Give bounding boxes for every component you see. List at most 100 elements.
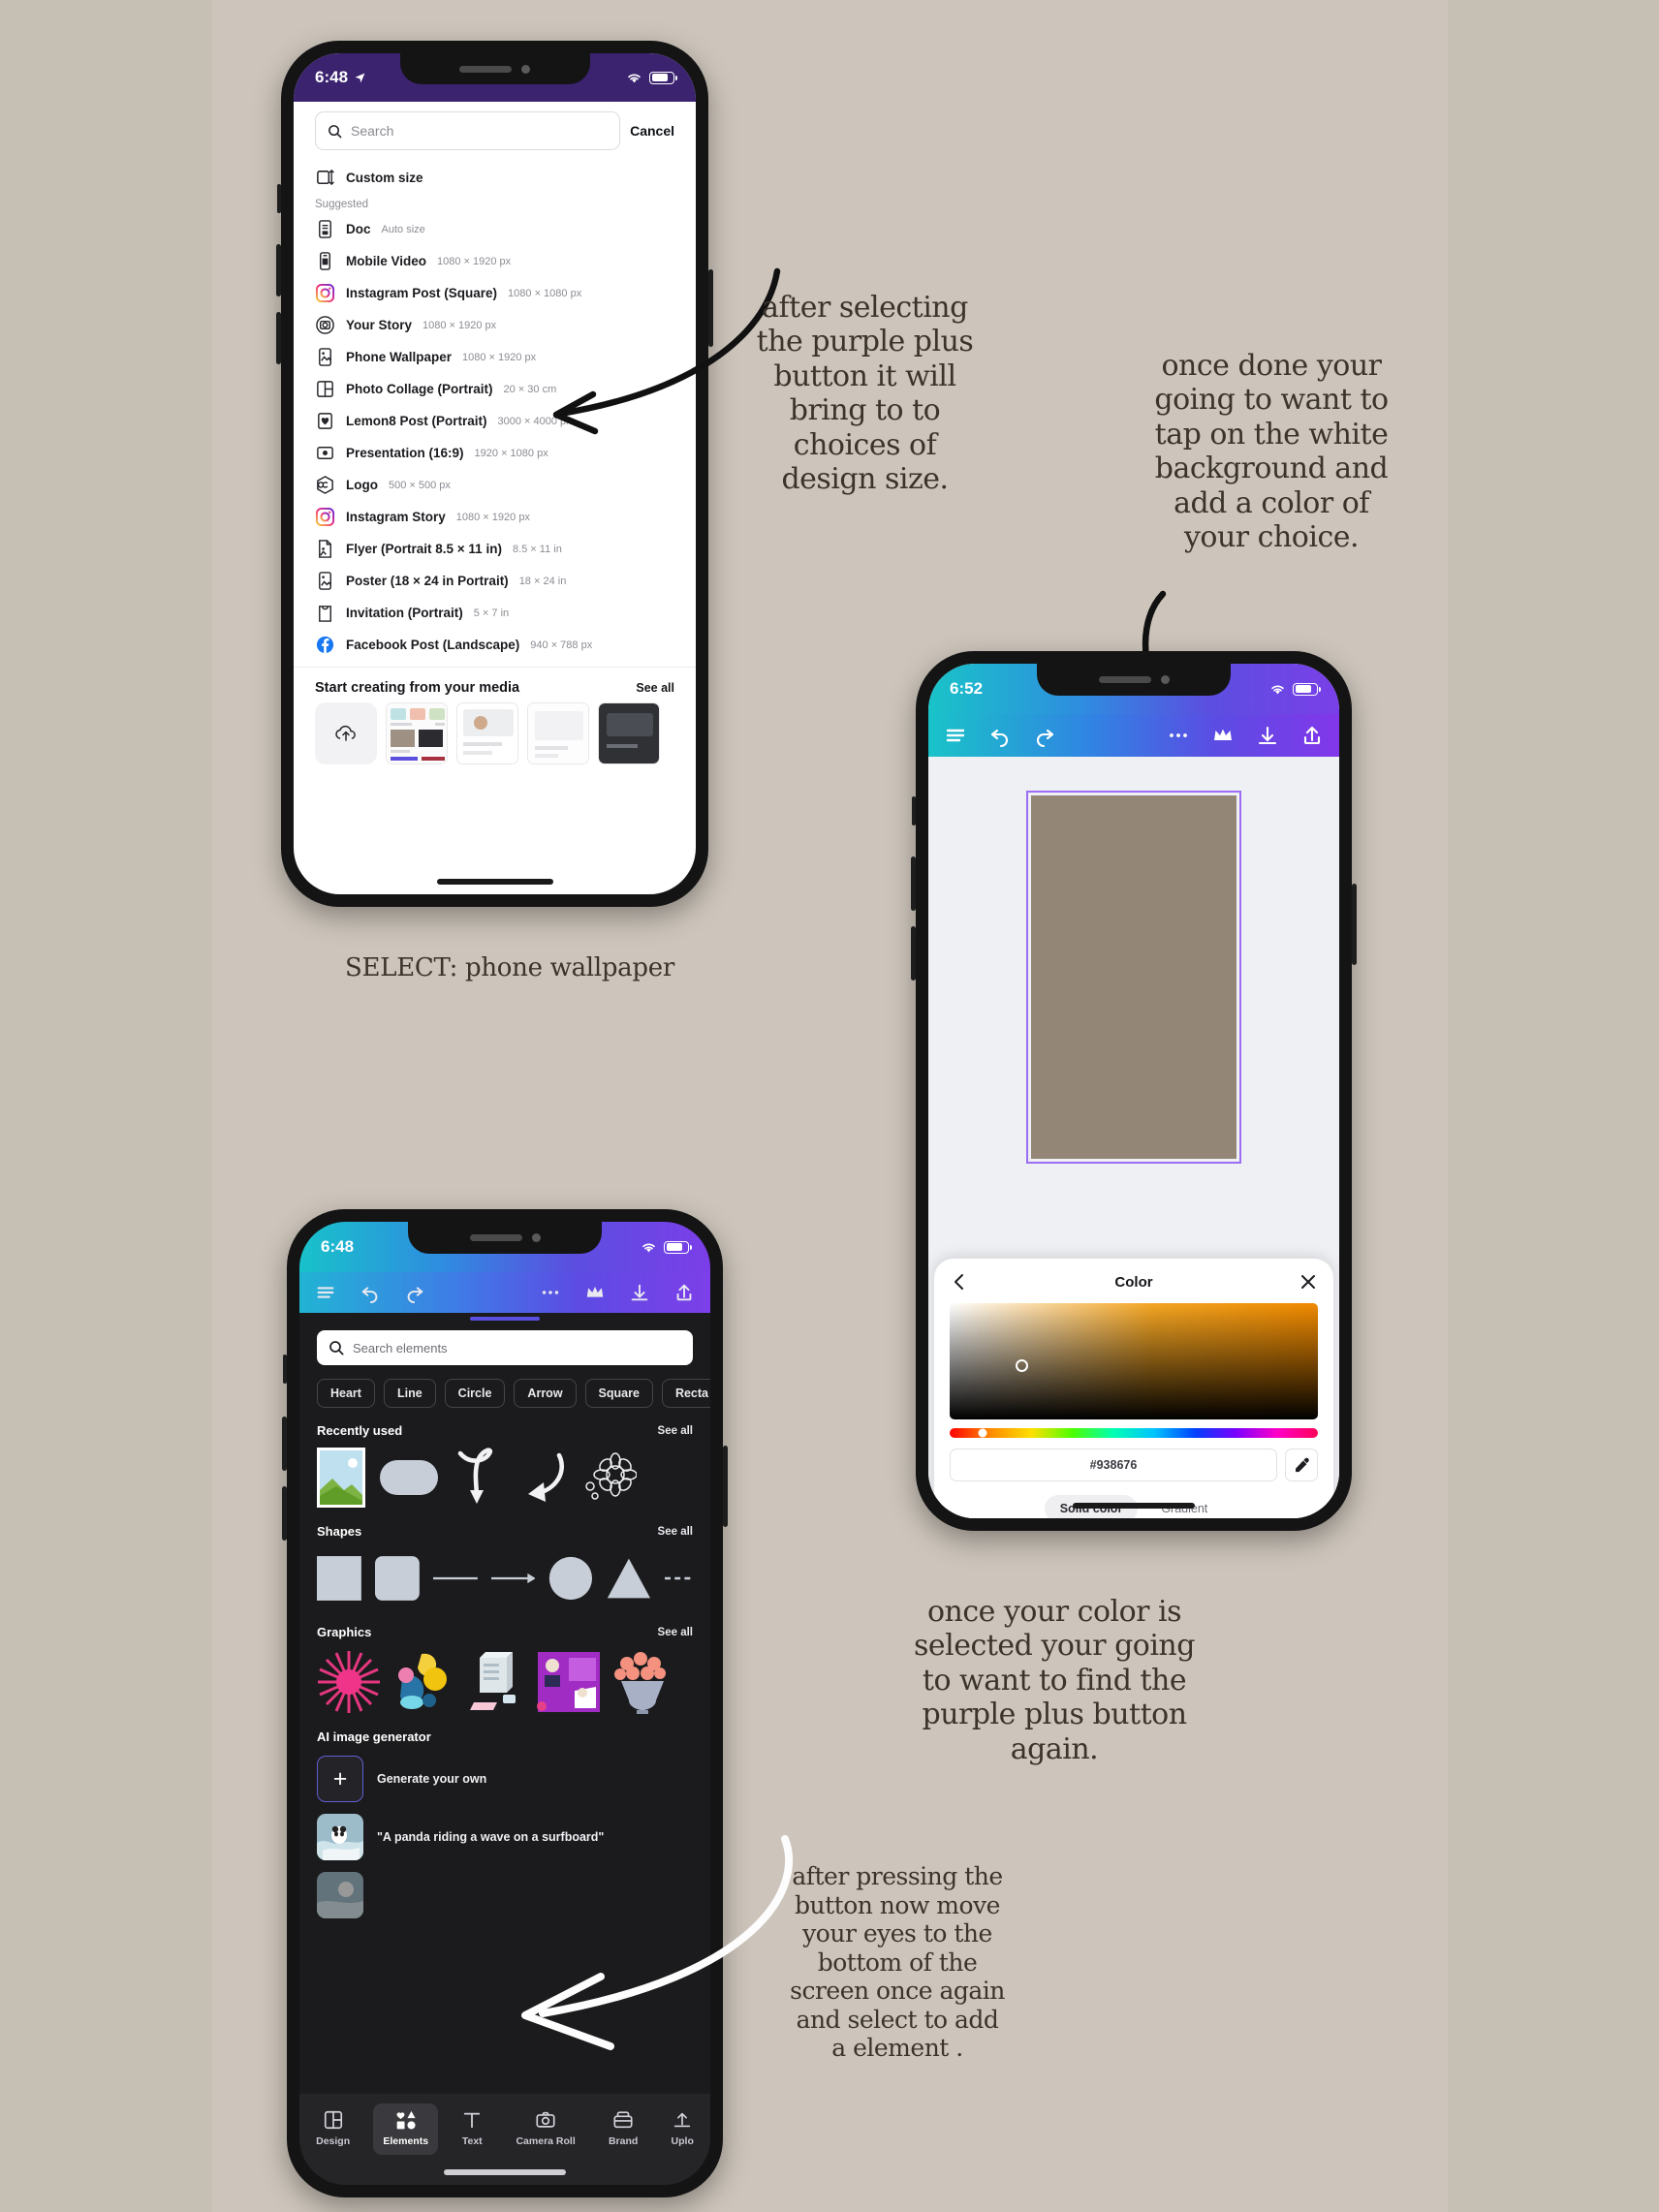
tab-text[interactable]: Text bbox=[452, 2103, 492, 2155]
eyedropper-button[interactable] bbox=[1285, 1449, 1318, 1481]
shape-triangle[interactable] bbox=[607, 1552, 651, 1604]
section-title: Recently used bbox=[317, 1423, 403, 1438]
see-all-link[interactable]: See all bbox=[658, 1627, 693, 1638]
undo-icon[interactable] bbox=[988, 724, 1012, 747]
tab-camera-roll[interactable]: Camera Roll bbox=[506, 2103, 584, 2155]
design-size-row[interactable]: Poster (18 × 24 in Portrait) 18 × 24 in bbox=[294, 565, 696, 597]
graphic-flower-vase[interactable] bbox=[613, 1650, 672, 1714]
tab-design[interactable]: Design bbox=[306, 2103, 360, 2155]
design-size-row[interactable]: Logo 500 × 500 px bbox=[294, 469, 696, 501]
element-flower-line-art[interactable] bbox=[582, 1449, 637, 1506]
design-size-name: Doc bbox=[346, 222, 371, 236]
saturation-brightness-field[interactable] bbox=[950, 1303, 1318, 1419]
crown-icon[interactable] bbox=[584, 1282, 606, 1303]
editor-canvas[interactable]: Color #938676 Solid color Gradient bbox=[928, 757, 1339, 1518]
shape-arrow-line[interactable] bbox=[490, 1569, 536, 1588]
custom-size-row[interactable]: Custom size bbox=[294, 162, 696, 194]
filter-chip[interactable]: Recta bbox=[661, 1379, 710, 1408]
see-all-link[interactable]: See all bbox=[658, 1526, 693, 1538]
phone-mute-button[interactable] bbox=[283, 1355, 287, 1384]
phone-volume-up-button[interactable] bbox=[282, 1417, 287, 1471]
artboard[interactable] bbox=[1026, 791, 1241, 1164]
design-size-row[interactable]: Doc Auto size bbox=[294, 213, 696, 245]
element-photo-frame[interactable] bbox=[317, 1448, 365, 1508]
filter-chip[interactable]: Heart bbox=[317, 1379, 375, 1408]
graphic-pink-sunburst[interactable] bbox=[317, 1650, 381, 1714]
color-panel: Color #938676 Solid color Gradient bbox=[934, 1259, 1333, 1518]
phone-volume-up-button[interactable] bbox=[276, 244, 281, 296]
cancel-button[interactable]: Cancel bbox=[630, 123, 674, 139]
undo-icon[interactable] bbox=[360, 1282, 381, 1303]
menu-icon[interactable] bbox=[315, 1282, 336, 1303]
design-size-row[interactable]: Invitation (Portrait) 5 × 7 in bbox=[294, 597, 696, 629]
design-size-name: Photo Collage (Portrait) bbox=[346, 382, 493, 396]
search-input[interactable]: Search bbox=[315, 111, 621, 150]
more-icon[interactable] bbox=[1167, 724, 1190, 747]
tab-uplo[interactable]: Uplo bbox=[662, 2103, 704, 2155]
filter-chip[interactable]: Square bbox=[584, 1379, 653, 1408]
sheet-drag-handle[interactable] bbox=[470, 1317, 540, 1321]
tab-label: Brand bbox=[608, 2135, 639, 2147]
menu-icon[interactable] bbox=[944, 724, 967, 747]
media-thumbnail[interactable] bbox=[598, 702, 660, 764]
phone-power-button[interactable] bbox=[1352, 884, 1357, 965]
design-size-row[interactable]: Facebook Post (Landscape) 940 × 788 px bbox=[294, 629, 696, 661]
ai-prompt-thumbnail[interactable] bbox=[317, 1814, 363, 1860]
upload-tile[interactable] bbox=[315, 702, 377, 764]
chevron-left-icon[interactable] bbox=[950, 1272, 969, 1292]
wifi-icon bbox=[628, 73, 641, 82]
filter-chip[interactable]: Circle bbox=[444, 1379, 506, 1408]
shape-line[interactable] bbox=[432, 1569, 478, 1588]
media-thumbnail[interactable] bbox=[527, 702, 589, 764]
element-rounded-rectangle[interactable] bbox=[379, 1459, 439, 1496]
design-size-name: Instagram Post (Square) bbox=[346, 286, 498, 300]
element-loop-arrow[interactable] bbox=[453, 1448, 501, 1508]
more-icon[interactable] bbox=[540, 1282, 561, 1303]
hex-value-input[interactable]: #938676 bbox=[950, 1449, 1277, 1481]
phone-volume-down-button[interactable] bbox=[282, 1486, 287, 1541]
hue-slider[interactable] bbox=[950, 1428, 1318, 1438]
phone-volume-down-button[interactable] bbox=[911, 926, 916, 981]
hue-slider-handle[interactable] bbox=[978, 1428, 987, 1438]
graphic-isometric-printer[interactable] bbox=[464, 1650, 524, 1714]
shape-circle[interactable] bbox=[548, 1552, 593, 1604]
filter-chip[interactable]: Arrow bbox=[514, 1379, 577, 1408]
phone-power-button[interactable] bbox=[723, 1446, 728, 1527]
share-icon[interactable] bbox=[673, 1282, 695, 1303]
generate-your-own-label: Generate your own bbox=[377, 1772, 487, 1786]
tab-brand[interactable]: Brand bbox=[599, 2103, 647, 2155]
phone-mute-button[interactable] bbox=[277, 184, 281, 213]
wallpaper-icon bbox=[319, 348, 331, 366]
media-see-all[interactable]: See all bbox=[636, 681, 674, 695]
graphic-abstract-collage[interactable] bbox=[392, 1650, 453, 1714]
design-size-row[interactable]: Flyer (Portrait 8.5 × 11 in) 8.5 × 11 in bbox=[294, 533, 696, 565]
media-thumbnail[interactable] bbox=[456, 702, 518, 764]
redo-icon[interactable] bbox=[404, 1282, 425, 1303]
share-icon[interactable] bbox=[1300, 724, 1324, 747]
phone-mute-button[interactable] bbox=[912, 796, 916, 826]
search-icon bbox=[329, 1341, 344, 1355]
tab-elements[interactable]: Elements bbox=[373, 2103, 439, 2155]
search-elements-input[interactable]: Search elements bbox=[317, 1330, 693, 1365]
shape-rounded-square[interactable] bbox=[374, 1552, 420, 1604]
element-curved-arrow[interactable] bbox=[515, 1449, 569, 1506]
color-selection-handle[interactable] bbox=[1016, 1358, 1029, 1372]
redo-icon[interactable] bbox=[1033, 724, 1056, 747]
shape-square[interactable] bbox=[317, 1552, 361, 1604]
phone-volume-down-button[interactable] bbox=[276, 312, 281, 364]
phone-volume-up-button[interactable] bbox=[911, 857, 916, 911]
suggested-header: Suggested bbox=[315, 199, 368, 210]
filter-chip[interactable]: Line bbox=[383, 1379, 436, 1408]
graphic-purple-illustration[interactable] bbox=[536, 1650, 602, 1714]
close-icon[interactable] bbox=[1299, 1272, 1318, 1292]
ai-prompt-thumbnail[interactable] bbox=[317, 1872, 363, 1918]
design-size-row[interactable]: Instagram Story 1080 × 1920 px bbox=[294, 501, 696, 533]
download-icon[interactable] bbox=[1256, 724, 1279, 747]
generate-your-own-button[interactable]: + bbox=[317, 1756, 363, 1802]
shape-dashed-line[interactable] bbox=[665, 1569, 693, 1588]
custom-size-icon bbox=[317, 169, 334, 186]
media-thumbnail[interactable] bbox=[386, 702, 448, 764]
crown-icon[interactable] bbox=[1211, 724, 1235, 747]
see-all-link[interactable]: See all bbox=[658, 1425, 693, 1437]
download-icon[interactable] bbox=[629, 1282, 650, 1303]
